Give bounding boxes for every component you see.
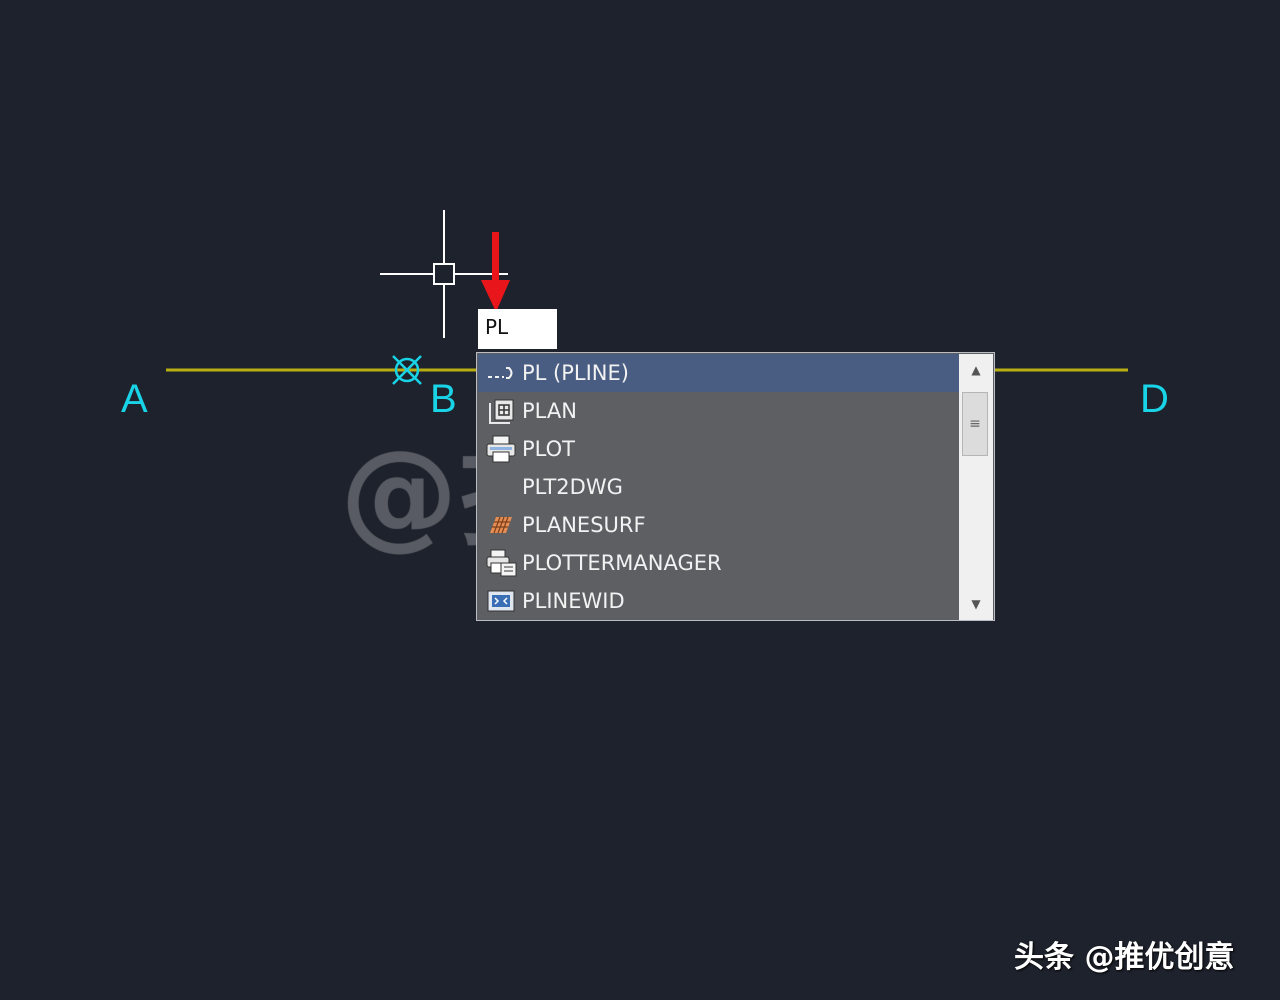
point-label-b: B xyxy=(430,377,457,421)
scroll-thumb[interactable]: ≡ xyxy=(962,392,988,456)
autocomplete-item-plot[interactable]: PLOT xyxy=(478,430,960,468)
autocomplete-item-planesurf[interactable]: PLANESURF xyxy=(478,506,960,544)
autocomplete-item-plottermanager[interactable]: PLOTTERMANAGER xyxy=(478,544,960,582)
polyline-icon xyxy=(484,359,518,387)
command-input[interactable]: PL xyxy=(478,309,557,349)
printer-icon xyxy=(484,435,518,463)
autocomplete-list: PL (PLINE) PLAN PLOT PLT2DWG PLANESURF P… xyxy=(476,352,995,621)
point-label-d: D xyxy=(1140,377,1169,421)
plotter-manager-icon xyxy=(484,549,518,577)
planesurf-icon xyxy=(484,511,518,539)
scroll-up-icon[interactable]: ▲ xyxy=(959,358,993,382)
autocomplete-item-label: PLOTTERMANAGER xyxy=(522,551,722,575)
snap-marker-icon xyxy=(392,355,422,385)
autocomplete-item-plan[interactable]: PLAN xyxy=(478,392,960,430)
autocomplete-item-plinewid[interactable]: PLINEWID xyxy=(478,582,960,620)
plan-icon xyxy=(484,397,518,425)
scroll-down-icon[interactable]: ▼ xyxy=(959,592,993,616)
autocomplete-item-plt2dwg[interactable]: PLT2DWG xyxy=(478,468,960,506)
autocomplete-items: PL (PLINE) PLAN PLOT PLT2DWG PLANESURF P… xyxy=(478,354,960,620)
point-label-a: A xyxy=(121,377,148,421)
autocomplete-item-label: PLOT xyxy=(522,437,575,461)
vertical-scrollbar[interactable]: ▲ ≡ ▼ xyxy=(959,354,993,620)
plinewid-icon xyxy=(484,587,518,615)
autocomplete-item-label: PLINEWID xyxy=(522,589,625,613)
autocomplete-item-label: PLANESURF xyxy=(522,513,646,537)
autocomplete-item-label: PLT2DWG xyxy=(522,475,623,499)
autocomplete-item-label: PLAN xyxy=(522,399,577,423)
autocomplete-item-label: PL (PLINE) xyxy=(522,361,629,385)
credit-caption: 头条 @推优创意 xyxy=(1014,940,1235,975)
red-arrow-icon xyxy=(481,232,510,312)
autocomplete-item-pline[interactable]: PL (PLINE) xyxy=(478,354,960,392)
